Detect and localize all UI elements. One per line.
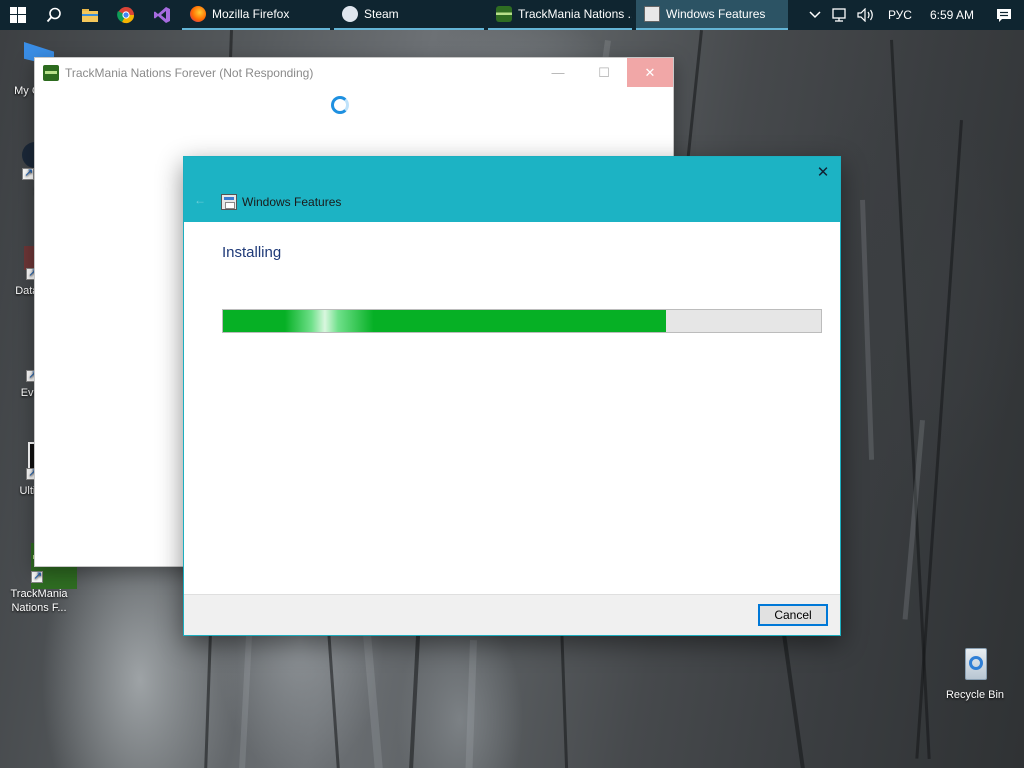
volume-button[interactable]: [852, 0, 880, 30]
desktop-icon-recycle-bin[interactable]: Recycle Bin: [939, 644, 1011, 702]
busy-spinner-icon: [331, 96, 349, 114]
cancel-button[interactable]: Cancel: [758, 604, 828, 626]
dialog-body: Installing: [184, 222, 840, 595]
windows-logo-icon: [10, 7, 26, 23]
search-icon: [46, 7, 61, 23]
trackmania-icon: [43, 64, 59, 81]
chrome-icon: [117, 7, 135, 24]
trackmania-icon: [496, 6, 512, 22]
taskbar-item-label: TrackMania Nations ...: [518, 7, 632, 21]
taskbar-item-steam[interactable]: Steam: [334, 0, 484, 30]
shortcut-arrow-icon: [31, 569, 43, 583]
chrome-pin[interactable]: [108, 0, 144, 30]
network-icon: [832, 8, 846, 22]
clock[interactable]: 6:59 AM: [920, 0, 988, 30]
progress-fill: [223, 310, 666, 332]
recycle-bin-icon: [955, 644, 995, 684]
windows-features-dialog: ✕ ← Windows Features Installing Cancel: [183, 156, 841, 636]
windows-features-icon: [221, 194, 237, 210]
dialog-footer: Cancel: [184, 594, 840, 635]
taskbar-item-trackmania[interactable]: TrackMania Nations ...: [488, 0, 632, 30]
folder-icon: [82, 9, 98, 22]
minimize-button[interactable]: —: [535, 58, 581, 87]
show-hidden-icons-button[interactable]: [804, 0, 826, 30]
install-progress-bar: [222, 309, 822, 333]
install-status: Installing: [222, 244, 282, 261]
visual-studio-pin[interactable]: [144, 0, 180, 30]
dialog-header[interactable]: ✕ ← Windows Features: [184, 157, 840, 222]
close-button[interactable]: ✕: [627, 58, 673, 87]
taskbar-item-label: Steam: [364, 7, 399, 21]
windows-features-icon: [644, 6, 660, 22]
taskbar-item-firefox[interactable]: Mozilla Firefox: [182, 0, 330, 30]
shortcut-arrow-icon: [22, 166, 34, 180]
network-button[interactable]: [826, 0, 852, 30]
back-button[interactable]: ←: [194, 193, 206, 207]
file-explorer-pin[interactable]: [72, 0, 108, 30]
desktop-icon-label: TrackMania Nations F...: [10, 588, 68, 614]
chevron-down-icon: [809, 11, 821, 19]
start-button[interactable]: [0, 0, 36, 30]
taskbar-item-label: Windows Features: [666, 7, 766, 21]
notification-icon: [997, 8, 1011, 22]
taskbar: Mozilla Firefox Steam TrackMania Nations…: [0, 0, 1024, 30]
taskbar-item-windows-features[interactable]: Windows Features: [636, 0, 788, 30]
search-button[interactable]: [36, 0, 72, 30]
dialog-title: Windows Features: [242, 195, 342, 209]
window-controls: — ☐ ✕: [535, 58, 673, 87]
speaker-icon: [857, 8, 873, 22]
window-title: TrackMania Nations Forever (Not Respondi…: [65, 65, 314, 80]
input-language-button[interactable]: РУС: [880, 0, 920, 30]
system-tray: РУС 6:59 AM: [804, 0, 1024, 30]
desktop-icon-label: Recycle Bin: [945, 689, 1005, 701]
maximize-button[interactable]: ☐: [581, 58, 627, 87]
steam-icon: [342, 6, 358, 22]
firefox-icon: [190, 6, 206, 22]
action-center-button[interactable]: [988, 0, 1024, 30]
window-titlebar[interactable]: TrackMania Nations Forever (Not Respondi…: [35, 58, 673, 87]
taskbar-item-label: Mozilla Firefox: [212, 7, 290, 21]
visual-studio-icon: [154, 7, 170, 23]
close-button[interactable]: ✕: [814, 163, 832, 181]
